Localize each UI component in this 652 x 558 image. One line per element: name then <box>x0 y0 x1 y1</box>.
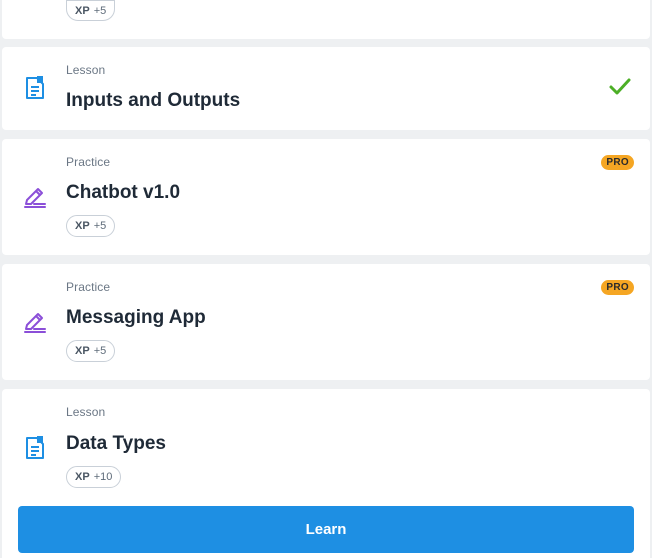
learn-button[interactable]: Learn <box>18 506 634 553</box>
xp-label: XP <box>75 4 90 17</box>
xp-pill: XP +5 <box>66 215 116 237</box>
item-type-label: Practice <box>66 280 111 294</box>
item-title: Data Types <box>66 433 166 454</box>
item-type-label: Lesson <box>66 63 106 77</box>
list-item-inputs-and-outputs[interactable]: Lesson Inputs and Outputs <box>2 47 650 130</box>
course-item-list: XP +5 Lesson Inputs and Outputs Practice… <box>0 0 652 558</box>
pro-badge: PRO <box>601 280 634 295</box>
lesson-document-icon <box>26 436 44 459</box>
xp-pill: XP +10 <box>66 466 122 488</box>
xp-value: +5 <box>93 345 107 357</box>
xp-label: XP <box>75 471 90 483</box>
checkmark-icon <box>609 78 631 95</box>
item-type-label: Practice <box>66 155 111 169</box>
item-title: Messaging App <box>66 307 206 328</box>
xp-pill: XP +5 <box>66 340 116 362</box>
lesson-document-icon <box>26 76 44 99</box>
item-title: Inputs and Outputs <box>66 90 241 111</box>
list-item-messaging-app[interactable]: Practice PRO Messaging App XP +5 <box>2 264 650 380</box>
list-item-partial[interactable]: XP +5 <box>2 0 650 39</box>
practice-pencil-icon <box>24 313 46 333</box>
xp-pill: XP +5 <box>66 0 116 21</box>
xp-value: +5 <box>93 4 107 17</box>
xp-label: XP <box>75 220 90 232</box>
item-type-label: Lesson <box>66 405 106 419</box>
xp-value: +5 <box>93 220 107 232</box>
item-title: Chatbot v1.0 <box>66 182 181 203</box>
list-item-chatbot-v1[interactable]: Practice PRO Chatbot v1.0 XP +5 <box>2 139 650 255</box>
xp-value: +10 <box>93 471 113 483</box>
xp-label: XP <box>75 345 90 357</box>
practice-pencil-icon <box>24 188 46 208</box>
pro-badge: PRO <box>601 155 634 170</box>
